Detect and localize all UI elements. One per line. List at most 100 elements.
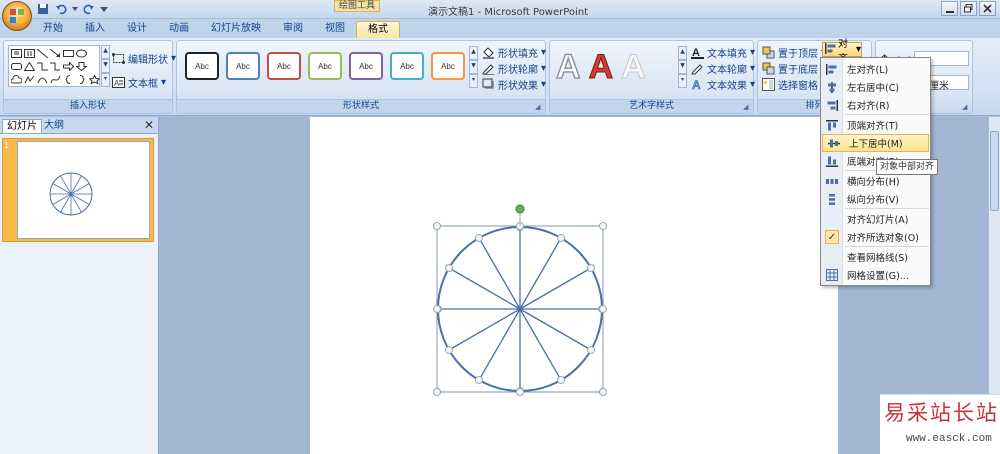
cloud-shape-icon[interactable] xyxy=(10,73,23,86)
align-menu-item[interactable]: 纵向分布(V) xyxy=(821,190,930,208)
text-box-button[interactable]: A 文本框 ▾ xyxy=(112,75,166,90)
shape-fill-label: 形状填充 xyxy=(498,49,538,60)
gallery-down-icon[interactable]: ▼ xyxy=(678,60,687,74)
vertical-textbox-shape-icon[interactable] xyxy=(23,47,36,60)
shape-style-swatch[interactable]: Abc xyxy=(308,52,342,80)
chevron-down-icon: ▾ xyxy=(855,44,861,55)
shape-style-swatch[interactable]: Abc xyxy=(349,52,383,80)
text-outline-button[interactable]: 文本轮廓 ▾ xyxy=(691,61,755,76)
office-button[interactable] xyxy=(2,1,32,31)
wordart-gallery[interactable]: A A A xyxy=(554,46,680,88)
arc-shape-icon[interactable] xyxy=(36,73,49,86)
wordart-gallery-scroll[interactable]: ▲ ▼ ▾ xyxy=(678,46,687,88)
elbow-connector-icon[interactable] xyxy=(36,60,49,73)
gallery-down-icon[interactable]: ▼ xyxy=(101,59,110,73)
align-menu-item[interactable]: 左对齐(L) xyxy=(821,60,930,78)
customize-qat-icon[interactable] xyxy=(100,2,108,16)
wordart-style-1[interactable]: A xyxy=(555,48,581,86)
dialog-launcher-icon[interactable]: ◢ xyxy=(962,103,970,111)
minimize-icon[interactable] xyxy=(941,1,958,16)
align-button[interactable]: 对齐 ▾ xyxy=(822,39,862,65)
paint-bucket-icon xyxy=(482,46,495,59)
star-shape-icon[interactable] xyxy=(88,73,101,86)
blank-shape-slot xyxy=(88,60,101,73)
save-icon[interactable] xyxy=(36,2,50,16)
textbox-shape-icon[interactable] xyxy=(10,47,23,60)
tab-slide-show[interactable]: 幻灯片放映 xyxy=(200,21,272,38)
selection-pane-button[interactable]: 选择窗格 xyxy=(762,77,818,92)
tab-view[interactable]: 视图 xyxy=(314,21,356,38)
gallery-more-icon[interactable]: ▾ xyxy=(101,73,110,87)
tab-format[interactable]: 格式 xyxy=(356,21,400,38)
powerpoint-window: 绘图工具 演示文稿1 - Microsoft PowerPoint 开始 插入 … xyxy=(0,0,1000,454)
undo-icon[interactable] xyxy=(54,2,68,16)
align-menu-item[interactable]: ✓ 对齐所选对象(O) xyxy=(821,228,930,246)
align-menu-item[interactable]: 左右居中(C) xyxy=(821,78,930,96)
right-brace-shape-icon[interactable] xyxy=(75,73,88,86)
restore-icon[interactable] xyxy=(960,1,977,16)
gallery-more-icon[interactable]: ▾ xyxy=(469,74,478,88)
slide-thumbnail[interactable] xyxy=(17,141,150,239)
triangle-shape-icon[interactable] xyxy=(23,60,36,73)
tab-design[interactable]: 设计 xyxy=(116,21,158,38)
dropdown-shape-scroll-icon[interactable] xyxy=(88,47,101,60)
watermark-name: 易采站长站 xyxy=(884,401,999,425)
edit-shape-button[interactable]: 编辑形状 ▾ xyxy=(112,51,176,66)
oval-shape-icon[interactable] xyxy=(75,47,88,60)
close-pane-icon[interactable]: ✕ xyxy=(144,118,154,132)
align-menu-item[interactable]: 右对齐(R) xyxy=(821,96,930,114)
close-icon[interactable] xyxy=(979,1,996,16)
wordart-style-2[interactable]: A xyxy=(588,49,614,86)
shape-style-swatch[interactable]: Abc xyxy=(267,52,301,80)
slide-canvas[interactable] xyxy=(310,117,838,454)
send-to-back-button[interactable]: 置于底层▾ xyxy=(762,61,826,76)
scrollbar-thumb[interactable] xyxy=(990,131,999,211)
shape-styles-gallery[interactable]: Abc Abc Abc Abc Abc Abc Abc xyxy=(181,46,467,86)
rectangle-shape-icon[interactable] xyxy=(62,47,75,60)
gallery-more-icon[interactable]: ▾ xyxy=(678,74,687,88)
undo-dropdown-icon[interactable] xyxy=(72,2,78,16)
down-arrow-shape-icon[interactable] xyxy=(75,60,88,73)
shape-style-swatch[interactable]: Abc xyxy=(390,52,424,80)
freeform-shape-icon[interactable] xyxy=(23,73,36,86)
tab-home[interactable]: 开始 xyxy=(32,21,74,38)
elbow-arrow-connector-icon[interactable] xyxy=(49,60,62,73)
shapes-gallery[interactable] xyxy=(8,45,100,87)
styles-gallery-scroll[interactable]: ▲ ▼ ▾ xyxy=(469,46,478,88)
line-shape-icon[interactable] xyxy=(36,47,49,60)
shape-style-swatch[interactable]: Abc xyxy=(226,52,260,80)
gallery-down-icon[interactable]: ▼ xyxy=(469,60,478,74)
shape-effects-button[interactable]: 形状效果 ▾ xyxy=(482,77,546,92)
tab-insert[interactable]: 插入 xyxy=(74,21,116,38)
rounded-rect-shape-icon[interactable] xyxy=(10,60,23,73)
shape-fill-button[interactable]: 形状填充 ▾ xyxy=(482,45,546,60)
align-menu-item[interactable]: 顶端对齐(T) xyxy=(821,116,930,134)
tab-slides[interactable]: 幻灯片 xyxy=(2,119,42,133)
tab-animations[interactable]: 动画 xyxy=(158,21,200,38)
tab-review[interactable]: 审阅 xyxy=(272,21,314,38)
arrow-line-shape-icon[interactable] xyxy=(49,47,62,60)
curve-shape-icon[interactable] xyxy=(49,73,62,86)
shapes-gallery-scroll[interactable]: ▲ ▼ ▾ xyxy=(101,45,110,87)
right-arrow-shape-icon[interactable] xyxy=(62,60,75,73)
dialog-launcher-icon[interactable]: ◢ xyxy=(743,103,751,111)
shape-outline-button[interactable]: 形状轮廓 ▾ xyxy=(482,61,546,76)
text-fill-button[interactable]: A 文本填充 ▾ xyxy=(691,45,755,60)
left-brace-shape-icon[interactable] xyxy=(62,73,75,86)
align-menu-item[interactable]: 上下居中(M) xyxy=(822,134,929,152)
text-effects-button[interactable]: A 文本效果 ▾ xyxy=(691,77,755,92)
align-menu-item[interactable]: 对齐幻灯片(A) xyxy=(821,210,930,228)
gallery-up-icon[interactable]: ▲ xyxy=(678,46,687,60)
dialog-launcher-icon[interactable]: ◢ xyxy=(535,103,543,111)
align-menu-item[interactable]: 网格设置(G)... xyxy=(821,266,930,284)
menu-separator xyxy=(845,208,929,209)
wordart-style-3[interactable]: A xyxy=(621,49,647,86)
shape-style-swatch[interactable]: Abc xyxy=(431,52,465,80)
redo-icon[interactable] xyxy=(82,2,96,16)
gallery-up-icon[interactable]: ▲ xyxy=(101,45,110,59)
bring-to-front-button[interactable]: 置于顶层▾ xyxy=(762,45,826,60)
align-menu-item[interactable]: 查看网格线(S) xyxy=(821,248,930,266)
tab-outline[interactable]: 大纲 xyxy=(40,119,68,133)
gallery-up-icon[interactable]: ▲ xyxy=(469,46,478,60)
shape-style-swatch[interactable]: Abc xyxy=(185,52,219,80)
